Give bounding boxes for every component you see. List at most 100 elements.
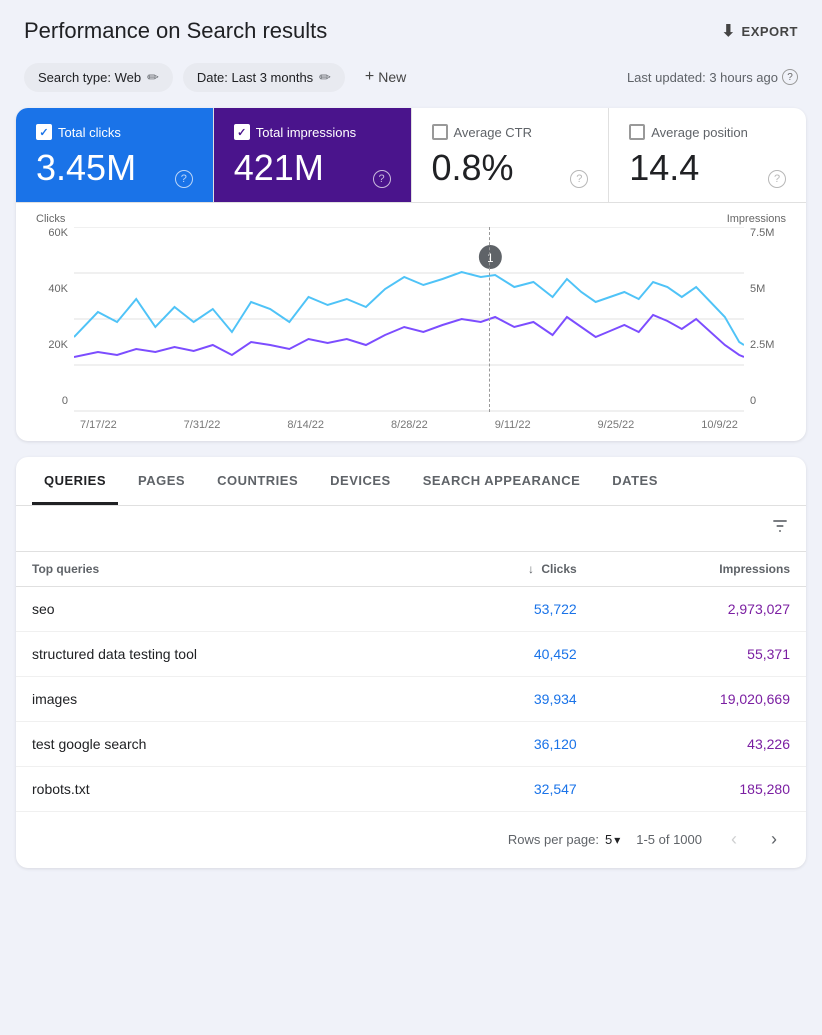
col-header-clicks: ↓ Clicks xyxy=(425,552,593,587)
query-cell: seo xyxy=(16,586,425,631)
edit-icon: ✏ xyxy=(147,69,159,86)
metric-average-position[interactable]: Average position 14.4 ? xyxy=(609,108,806,202)
ctr-value: 0.8% xyxy=(432,148,514,188)
table-row[interactable]: robots.txt 32,547 185,280 xyxy=(16,766,806,811)
y-left-40k: 40K xyxy=(48,283,68,295)
x-axis-labels: 7/17/22 7/31/22 8/14/22 8/28/22 9/11/22 … xyxy=(36,419,786,431)
position-label: Average position xyxy=(651,125,748,140)
query-cell: robots.txt xyxy=(16,766,425,811)
main-card: Total clicks 3.45M ? Total impressions 4… xyxy=(16,108,806,441)
tab-countries[interactable]: COUNTRIES xyxy=(205,457,310,505)
x-label-6: 9/25/22 xyxy=(598,419,635,431)
export-button[interactable]: ⬇ EXPORT xyxy=(722,21,798,41)
query-cell: test google search xyxy=(16,721,425,766)
tabs: QUERIES PAGES COUNTRIES DEVICES SEARCH A… xyxy=(16,457,806,506)
clicks-label: Total clicks xyxy=(58,125,121,140)
next-page-button[interactable]: › xyxy=(758,824,790,856)
col-header-impressions: Impressions xyxy=(593,552,806,587)
metric-average-ctr[interactable]: Average CTR 0.8% ? xyxy=(412,108,610,202)
clicks-help-icon[interactable]: ? xyxy=(175,170,193,188)
y-right-5m: 5M xyxy=(750,283,765,295)
y-left-20k: 20K xyxy=(48,339,68,351)
clicks-cell: 53,722 xyxy=(425,586,593,631)
chart-area: Clicks Impressions 60K 40K 20K 0 xyxy=(16,203,806,441)
last-updated: Last updated: 3 hours ago ? xyxy=(627,69,798,85)
y-left-60k: 60K xyxy=(48,227,68,239)
position-help-icon[interactable]: ? xyxy=(768,170,786,188)
x-label-4: 8/28/22 xyxy=(391,419,428,431)
clicks-cell: 39,934 xyxy=(425,676,593,721)
page-title: Performance on Search results xyxy=(24,18,327,44)
clicks-value: 3.45M xyxy=(36,148,136,188)
query-cell: images xyxy=(16,676,425,721)
download-icon: ⬇ xyxy=(722,21,736,41)
x-label-5: 9/11/22 xyxy=(495,419,531,431)
y-right-25m: 2.5M xyxy=(750,339,774,351)
clicks-cell: 32,547 xyxy=(425,766,593,811)
page-info: 1-5 of 1000 xyxy=(636,832,702,847)
clicks-cell: 40,452 xyxy=(425,631,593,676)
tab-dates[interactable]: DATES xyxy=(600,457,670,505)
x-label-3: 8/14/22 xyxy=(287,419,324,431)
table-row[interactable]: test google search 36,120 43,226 xyxy=(16,721,806,766)
position-checkbox[interactable] xyxy=(629,124,645,140)
sort-icon: ↓ xyxy=(528,562,534,576)
impressions-label: Total impressions xyxy=(256,125,356,140)
impressions-cell: 55,371 xyxy=(593,631,806,676)
clicks-cell: 36,120 xyxy=(425,721,593,766)
tab-queries[interactable]: QUERIES xyxy=(32,457,118,505)
tab-pages[interactable]: PAGES xyxy=(126,457,197,505)
table-controls xyxy=(16,506,806,552)
metrics-row: Total clicks 3.45M ? Total impressions 4… xyxy=(16,108,806,203)
impressions-cell: 43,226 xyxy=(593,721,806,766)
impressions-cell: 19,020,669 xyxy=(593,676,806,721)
chevron-down-icon: ▾ xyxy=(614,833,620,847)
table-row[interactable]: images 39,934 19,020,669 xyxy=(16,676,806,721)
metric-total-impressions[interactable]: Total impressions 421M ? xyxy=(214,108,412,202)
ctr-label: Average CTR xyxy=(454,125,533,140)
ctr-checkbox[interactable] xyxy=(432,124,448,140)
plus-icon: + xyxy=(365,68,374,86)
page-navigation: ‹ › xyxy=(718,824,790,856)
page-header: Performance on Search results ⬇ EXPORT xyxy=(0,0,822,54)
rows-per-page-select[interactable]: 5 ▾ xyxy=(605,832,620,847)
chart-svg: 1 xyxy=(74,227,744,412)
x-label-7: 10/9/22 xyxy=(701,419,738,431)
impressions-value: 421M xyxy=(234,148,324,188)
edit-icon: ✏ xyxy=(319,69,331,86)
table-row[interactable]: structured data testing tool 40,452 55,3… xyxy=(16,631,806,676)
impressions-checkbox[interactable] xyxy=(234,124,250,140)
table-row[interactable]: seo 53,722 2,973,027 xyxy=(16,586,806,631)
rows-per-page: Rows per page: 5 ▾ xyxy=(508,832,620,847)
impressions-cell: 185,280 xyxy=(593,766,806,811)
y-left-title: Clicks xyxy=(36,213,65,225)
prev-page-button[interactable]: ‹ xyxy=(718,824,750,856)
ctr-help-icon[interactable]: ? xyxy=(570,170,588,188)
date-filter[interactable]: Date: Last 3 months ✏ xyxy=(183,63,345,92)
tab-search-appearance[interactable]: SEARCH APPEARANCE xyxy=(411,457,593,505)
table-filter-button[interactable] xyxy=(770,516,790,541)
y-right-0: 0 xyxy=(750,395,756,407)
col-header-query: Top queries xyxy=(16,552,425,587)
position-value: 14.4 xyxy=(629,148,699,188)
data-table: Top queries ↓ Clicks Impressions seo 53,… xyxy=(16,552,806,812)
impressions-help-icon[interactable]: ? xyxy=(373,170,391,188)
metric-total-clicks[interactable]: Total clicks 3.45M ? xyxy=(16,108,214,202)
svg-text:1: 1 xyxy=(487,251,493,264)
table-card: QUERIES PAGES COUNTRIES DEVICES SEARCH A… xyxy=(16,457,806,868)
impressions-cell: 2,973,027 xyxy=(593,586,806,631)
x-label-1: 7/17/22 xyxy=(80,419,117,431)
y-left-0: 0 xyxy=(62,395,68,407)
question-icon[interactable]: ? xyxy=(782,69,798,85)
filter-bar: Search type: Web ✏ Date: Last 3 months ✏… xyxy=(0,54,822,108)
y-right-title: Impressions xyxy=(727,213,786,225)
clicks-checkbox[interactable] xyxy=(36,124,52,140)
x-label-2: 7/31/22 xyxy=(184,419,221,431)
pagination: Rows per page: 5 ▾ 1-5 of 1000 ‹ › xyxy=(16,812,806,868)
y-right-75m: 7.5M xyxy=(750,227,774,239)
tab-devices[interactable]: DEVICES xyxy=(318,457,403,505)
new-button[interactable]: + New xyxy=(355,62,416,92)
rows-per-page-label: Rows per page: xyxy=(508,832,599,847)
query-cell: structured data testing tool xyxy=(16,631,425,676)
search-type-filter[interactable]: Search type: Web ✏ xyxy=(24,63,173,92)
